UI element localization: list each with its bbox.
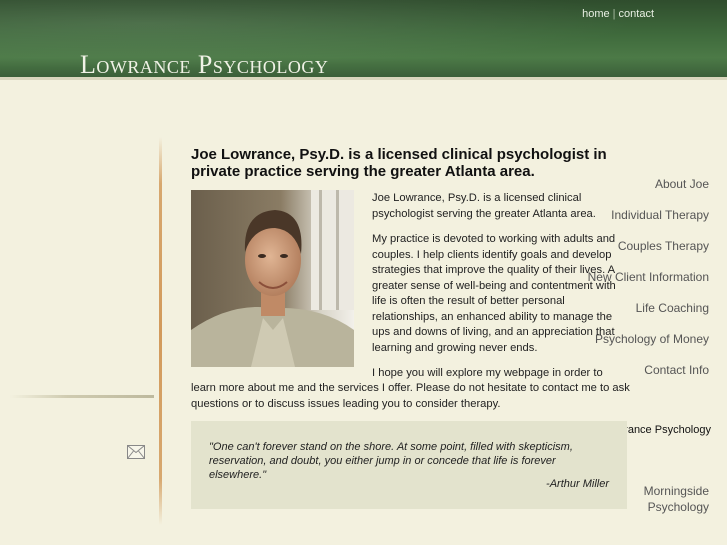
sidebar-item-contact-info[interactable]: Contact Info bbox=[644, 363, 709, 377]
explore-paragraph-line1: I hope you will explore my webpage in or… bbox=[372, 367, 603, 379]
site-logo[interactable]: Lowrance Psychology bbox=[80, 52, 328, 78]
quote-text: "One can't forever stand on the shore. A… bbox=[209, 441, 573, 481]
sidebar-item-couples-therapy[interactable]: Couples Therapy bbox=[618, 239, 709, 253]
explore-paragraph-rest: learn more about me and the services I o… bbox=[191, 382, 630, 410]
intro-paragraph: Joe Lowrance, Psy.D. is a licensed clini… bbox=[372, 192, 596, 220]
site-header: home | contact Lowrance Psychology bbox=[0, 0, 727, 78]
affiliate-line-1: Morningside bbox=[643, 484, 709, 498]
affiliate-line-2: Psychology bbox=[647, 500, 709, 514]
contact-link[interactable]: contact bbox=[619, 8, 654, 20]
quote-author: -Arthur Miller bbox=[546, 478, 609, 490]
envelope-icon[interactable] bbox=[127, 445, 145, 459]
nav-separator: | bbox=[612, 8, 616, 20]
top-nav: home | contact bbox=[582, 8, 654, 20]
quote-box: "One can't forever stand on the shore. A… bbox=[191, 421, 627, 509]
portrait-illustration bbox=[191, 190, 354, 367]
header-divider bbox=[0, 77, 727, 80]
sidebar-horizontal-rule bbox=[10, 395, 154, 398]
sidebar-item-life-coaching[interactable]: Life Coaching bbox=[636, 301, 709, 315]
sidebar-divider bbox=[159, 137, 162, 525]
practice-paragraph: My practice is devoted to working with a… bbox=[372, 233, 616, 354]
home-link[interactable]: home bbox=[582, 8, 610, 20]
sidebar-item-about-joe[interactable]: About Joe bbox=[655, 177, 709, 191]
morningside-psychology-link[interactable]: Morningside Psychology bbox=[644, 483, 709, 515]
page-headline: Joe Lowrance, Psy.D. is a licensed clini… bbox=[191, 146, 607, 180]
portrait-photo bbox=[191, 190, 354, 367]
